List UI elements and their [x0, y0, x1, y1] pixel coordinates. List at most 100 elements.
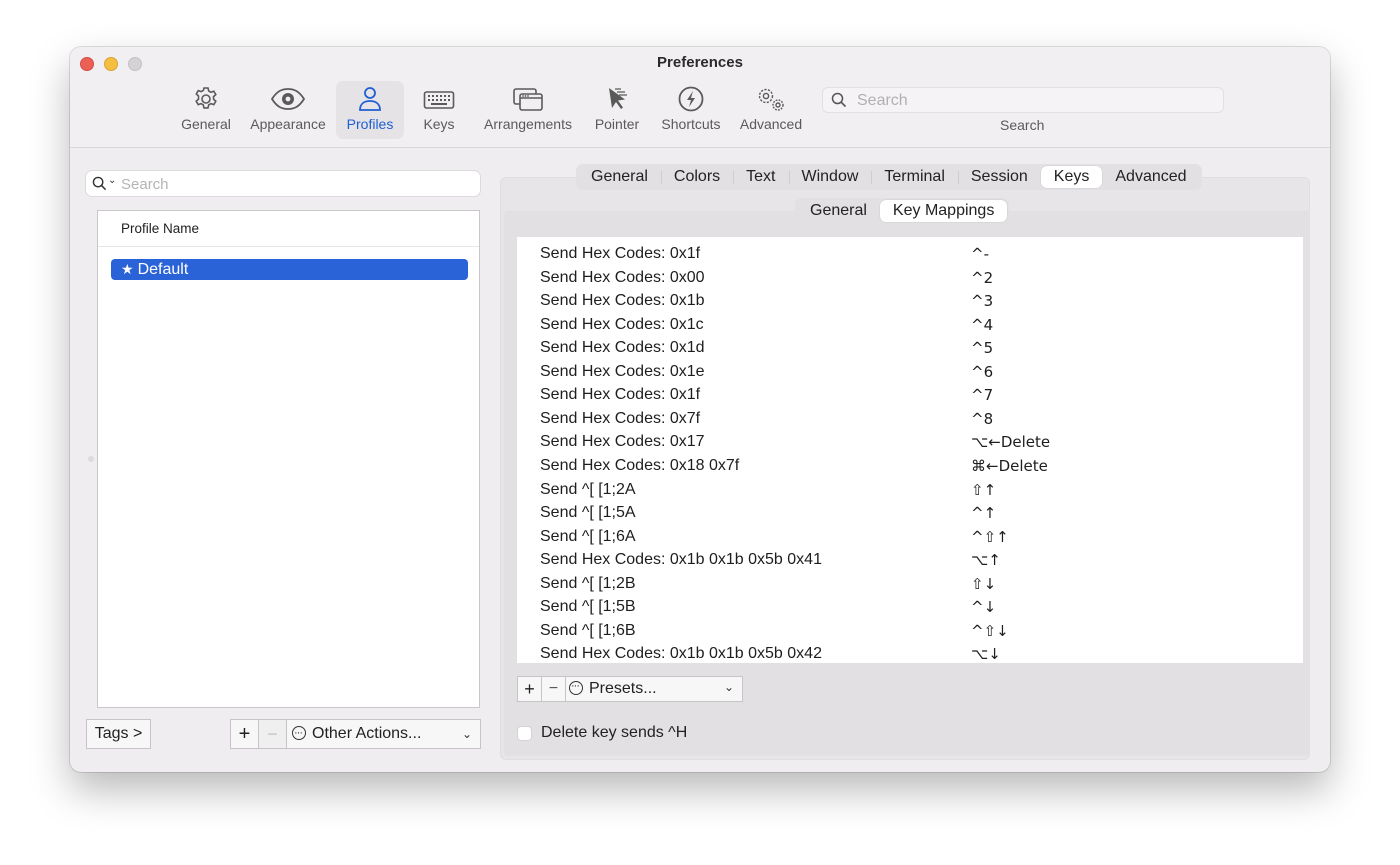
mapping-action: Send ^[ [1;5B — [540, 598, 636, 616]
mapping-key: ⌥↓ — [971, 645, 1001, 663]
toolbar-item-keys[interactable]: Keys — [412, 81, 466, 139]
mapping-key: ^↓ — [971, 598, 997, 617]
mapping-key: ^7 — [971, 386, 994, 405]
keys-subtabs: General Key Mappings — [795, 198, 1010, 224]
add-profile-button[interactable]: + — [230, 719, 259, 749]
mapping-action: Send Hex Codes: 0x1b 0x1b 0x5b 0x41 — [540, 551, 822, 569]
key-mapping-row[interactable]: Send Hex Codes: 0x18 0x7f ⌘←Delete — [517, 457, 1303, 481]
search-label: Search — [1000, 117, 1045, 133]
key-mapping-row[interactable]: Send Hex Codes: 0x1f ^- — [517, 245, 1303, 269]
profile-search-field[interactable]: ⌄ — [86, 171, 480, 196]
column-header-profile-name[interactable]: Profile Name — [98, 211, 479, 247]
mapping-action: Send Hex Codes: 0x1d — [540, 339, 705, 357]
tab-text[interactable]: Text — [733, 166, 788, 188]
subtab-general[interactable]: General — [797, 200, 880, 222]
key-mapping-row[interactable]: Send Hex Codes: 0x1b 0x1b 0x5b 0x41 ⌥↑ — [517, 551, 1303, 575]
mapping-action: Send Hex Codes: 0x1b 0x1b 0x5b 0x42 — [540, 645, 822, 663]
tab-terminal[interactable]: Terminal — [871, 166, 957, 188]
mapping-action: Send Hex Codes: 0x1f — [540, 245, 701, 262]
toolbar-label: Shortcuts — [661, 116, 721, 132]
tab-advanced[interactable]: Advanced — [1102, 166, 1199, 188]
profile-search-input[interactable] — [119, 173, 473, 195]
mapping-key: ^↑ — [971, 504, 997, 523]
mapping-key: ^4 — [971, 315, 994, 334]
toolbar-item-profiles[interactable]: Profiles — [336, 81, 404, 139]
mapping-key: ⇧↑ — [971, 480, 997, 499]
remove-mapping-button[interactable]: − — [541, 676, 566, 702]
key-mapping-row[interactable]: Send ^[ [1;2A ⇧↑ — [517, 481, 1303, 505]
tab-window[interactable]: Window — [788, 166, 872, 188]
chevron-down-icon[interactable]: ⌄ — [108, 175, 116, 186]
toolbar-item-appearance[interactable]: Appearance — [246, 81, 330, 139]
preferences-window: Preferences General Appearance Profiles — [70, 47, 1330, 772]
key-mapping-row[interactable]: Send Hex Codes: 0x1d ^5 — [517, 339, 1303, 363]
mapping-key: ^8 — [971, 409, 994, 428]
key-mapping-row[interactable]: Send ^[ [1;5B ^↓ — [517, 598, 1303, 622]
key-mapping-row[interactable]: Send ^[ [1;6A ^⇧↑ — [517, 528, 1303, 552]
mapping-action: Send Hex Codes: 0x1f — [540, 386, 701, 404]
tab-session[interactable]: Session — [957, 166, 1041, 188]
mapping-action: Send Hex Codes: 0x7f — [540, 409, 701, 427]
mapping-key: ^⇧↑ — [971, 527, 1009, 546]
tab-keys[interactable]: Keys — [1040, 166, 1103, 188]
delete-key-sends-ctrl-h-checkbox[interactable] — [517, 726, 532, 741]
profile-name: Default — [137, 261, 189, 278]
key-mapping-row[interactable]: Send ^[ [1;5A ^↑ — [517, 504, 1303, 528]
split-view-handle[interactable] — [88, 456, 94, 462]
mapping-action: Send Hex Codes: 0x1e — [540, 362, 705, 380]
eye-icon — [246, 85, 330, 115]
key-mappings-table[interactable]: Send Hex Codes: 0x1f ^- Send Hex Codes: 0x… — [517, 237, 1303, 663]
mapping-key: ^5 — [971, 339, 994, 358]
key-mapping-row[interactable]: Send Hex Codes: 0x17 ⌥←Delete — [517, 433, 1303, 457]
mapping-key: ^3 — [971, 292, 994, 311]
remove-profile-button[interactable]: − — [258, 719, 287, 749]
mapping-action: Send Hex Codes: 0x00 — [540, 268, 705, 286]
gears-icon — [736, 85, 806, 115]
toolbar-label: Arrangements — [484, 116, 572, 132]
keyboard-icon — [412, 85, 466, 115]
key-mapping-row[interactable]: Send ^[ [1;6B ^⇧↓ — [517, 622, 1303, 646]
mapping-key: ⇧↓ — [971, 574, 997, 593]
mapping-action: Send ^[ [1;5A — [540, 504, 636, 522]
toolbar-label: Pointer — [594, 116, 640, 132]
preferences-search-field[interactable] — [822, 87, 1224, 113]
key-mapping-row[interactable]: Send Hex Codes: 0x00 ^2 — [517, 269, 1303, 293]
toolbar-item-pointer[interactable]: Pointer — [588, 81, 646, 139]
key-mapping-row[interactable]: Send ^[ [1;2B ⇧↓ — [517, 575, 1303, 599]
toolbar-item-advanced[interactable]: Advanced — [736, 81, 806, 139]
presets-popup[interactable]: Presets... ⌄ — [565, 674, 743, 702]
toolbar-item-shortcuts[interactable]: Shortcuts — [656, 81, 726, 139]
profile-tabs: General Colors Text Window Terminal Sess… — [576, 164, 1202, 190]
tab-colors[interactable]: Colors — [660, 166, 733, 188]
mapping-action: Send Hex Codes: 0x1b — [540, 292, 705, 310]
window-title: Preferences — [657, 54, 743, 71]
mapping-key: ^⇧↓ — [971, 621, 1009, 640]
mapping-key: ^6 — [971, 362, 994, 381]
bolt-icon — [656, 85, 726, 115]
ellipsis-circle-icon — [292, 719, 306, 747]
key-mapping-row[interactable]: Send Hex Codes: 0x1b ^3 — [517, 292, 1303, 316]
presets-label: Presets... — [589, 680, 657, 697]
toolbar-label: General — [181, 116, 231, 132]
mapping-key: ^- — [971, 245, 989, 263]
tags-button[interactable]: Tags > — [86, 719, 151, 749]
subtab-key-mappings[interactable]: Key Mappings — [879, 200, 1008, 222]
delete-key-sends-ctrl-h-label[interactable]: Delete key sends ^H — [541, 724, 687, 742]
tab-general[interactable]: General — [578, 166, 661, 188]
key-mapping-row[interactable]: Send Hex Codes: 0x7f ^8 — [517, 410, 1303, 434]
toolbar-item-arrangements[interactable]: Arrangements — [480, 81, 576, 139]
mapping-action: Send Hex Codes: 0x17 — [540, 433, 705, 451]
mapping-action: Send ^[ [1;2B — [540, 574, 636, 592]
toolbar-item-general[interactable]: General — [174, 81, 238, 139]
add-mapping-button[interactable]: + — [517, 676, 542, 702]
mapping-key: ^2 — [971, 268, 994, 287]
key-mapping-row[interactable]: Send Hex Codes: 0x1f ^7 — [517, 386, 1303, 410]
search-icon — [831, 92, 847, 113]
key-mapping-row[interactable]: Send Hex Codes: 0x1c ^4 — [517, 316, 1303, 340]
mapping-key: ⌘←Delete — [971, 456, 1048, 475]
preferences-search-input[interactable] — [855, 90, 1219, 112]
key-mapping-row[interactable]: Send Hex Codes: 0x1b 0x1b 0x5b 0x42 ⌥↓ — [517, 645, 1303, 663]
key-mapping-row[interactable]: Send Hex Codes: 0x1e ^6 — [517, 363, 1303, 387]
other-actions-popup[interactable]: Other Actions... ⌄ — [286, 719, 481, 749]
profile-row-default[interactable]: ★ Default — [111, 259, 468, 280]
